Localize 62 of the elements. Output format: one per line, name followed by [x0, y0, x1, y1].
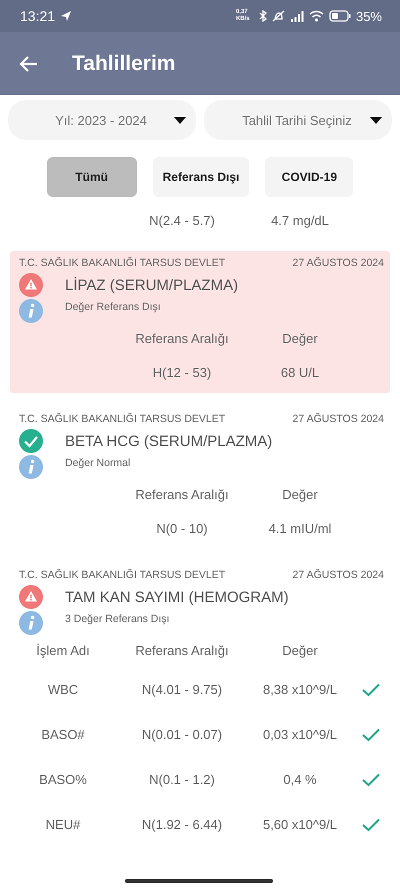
- institution-name: T.C. SAĞLIK BAKANLIĞI TARSUS DEVLET: [19, 413, 226, 425]
- result-date: 27 AĞUSTOS 2024: [292, 569, 384, 581]
- result-date: 27 AĞUSTOS 2024: [292, 257, 384, 269]
- filter-tab[interactable]: Tümü: [46, 157, 137, 197]
- column-header: Değer: [281, 486, 319, 502]
- institution-name: T.C. SAĞLIK BAKANLIĞI TARSUS DEVLET: [19, 257, 226, 269]
- test-name: LİPAZ (SERUM/PLAZMA): [65, 276, 240, 294]
- table-cell-text: N(4.01 - 9.75): [140, 682, 224, 697]
- dropdown-caret-icon: [370, 116, 382, 124]
- dropdown[interactable]: Tahlil Tarihi Seçiniz: [204, 100, 392, 140]
- info-icon: [19, 455, 43, 479]
- table-cell-text: N(0 - 10): [155, 520, 209, 536]
- table-cell-text: N(0.01 - 0.07): [140, 727, 224, 742]
- result-summary: 3 Değer Referans Dışı: [65, 612, 170, 625]
- table-cell-text: 0,4 %: [282, 772, 318, 787]
- column-header: Değer: [281, 330, 319, 346]
- table-cell-text: 68 U/L: [280, 364, 320, 380]
- table-cell-text: 4.7 mg/dL: [270, 212, 330, 228]
- table-cell-text: 0,03 x10^9/L: [262, 727, 338, 742]
- info-icon: [19, 611, 43, 635]
- column-header: İşlem Adı: [35, 642, 91, 658]
- filter-tab[interactable]: Referans Dışı: [152, 157, 250, 197]
- back-button[interactable]: [18, 54, 40, 74]
- table-cell-text: NEU#: [44, 817, 82, 832]
- institution-name: T.C. SAĞLIK BAKANLIĞI TARSUS DEVLET: [19, 569, 226, 581]
- table-cell-text: 4.1 mIU/ml: [268, 520, 332, 536]
- battery-icon: [328, 10, 351, 22]
- table-cell-text: N(1.92 - 6.44): [140, 817, 224, 832]
- warning-icon: [19, 273, 43, 297]
- dropdown-caret-icon: [174, 116, 186, 124]
- column-header: Değer: [281, 642, 319, 658]
- table-cell-text: 8,38 x10^9/L: [262, 682, 338, 697]
- column-header: Referans Aralığı: [134, 642, 230, 658]
- bluetooth-icon: [258, 10, 267, 22]
- result-summary: Değer Referans Dışı: [65, 300, 162, 313]
- signal-icon: [290, 10, 304, 22]
- send-icon: [60, 10, 72, 22]
- dropdown[interactable]: Yıl: 2023 - 2024: [8, 100, 196, 140]
- table-cell-text: BASO#: [40, 727, 86, 742]
- table-cell-text: N(2.4 - 5.7): [148, 212, 216, 228]
- filter-tab[interactable]: COVID-19: [265, 157, 354, 197]
- check-circle-icon: [19, 429, 43, 453]
- battery-level: 35%: [356, 8, 382, 24]
- screen-title: Tahlillerim: [72, 52, 176, 76]
- result-card[interactable]: T.C. SAĞLIK BAKANLIĞI TARSUS DEVLET 27 AĞUSTOS 2024 LİPAZ (SERUM/PLAZMA) Değer Referans Dışı Referans Aralığı Değer H(12 - 53) 68 U/L: [10, 251, 390, 393]
- back-arrow-icon: [18, 54, 38, 72]
- column-header: Referans Aralığı: [134, 486, 230, 502]
- result-summary: Değer Normal: [65, 456, 132, 469]
- table-cell-text: H(12 - 53): [152, 364, 212, 380]
- test-name: BETA HCG (SERUM/PLAZMA): [65, 432, 274, 450]
- wifi-icon: [308, 10, 324, 22]
- table-cell-text: 5,60 x10^9/L: [262, 817, 338, 832]
- table-cell-text: BASO%: [38, 772, 88, 787]
- result-card[interactable]: T.C. SAĞLIK BAKANLIĞI TARSUS DEVLET 27 AĞUSTOS 2024 BETA HCG (SERUM/PLAZMA) Değer Normal Referans Aralığı Değer N(0 - 10) 4.1 mIU/ml: [10, 407, 390, 549]
- result-date: 27 AĞUSTOS 2024: [292, 413, 384, 425]
- warning-icon: [19, 585, 43, 609]
- table-cell-text: WBC: [46, 682, 80, 697]
- info-icon: [19, 299, 43, 323]
- table-cell-text: N(0.1 - 1.2): [148, 772, 216, 787]
- test-name: TAM KAN SAYIMI (HEMOGRAM): [65, 588, 290, 606]
- clock: 13:21: [20, 8, 56, 24]
- column-header: Referans Aralığı: [134, 330, 230, 346]
